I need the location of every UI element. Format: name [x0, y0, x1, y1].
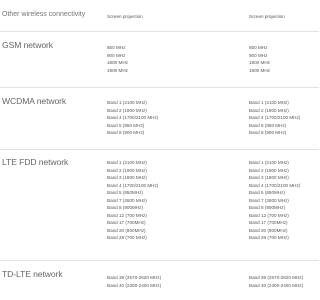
spec-value-col-a-screen-projection: Screen projection [107, 14, 143, 19]
band-item: Band 5 (850 MHz) [249, 122, 287, 128]
band-item: Band 4 (1700/2100 MHz) [107, 115, 159, 120]
band-item: Band 40 (2300-2400 MHz) [249, 282, 304, 288]
spec-label-other-wireless: Other wireless connectivity [2, 11, 86, 18]
band-item: Band 20 (800MHz) [107, 227, 146, 233]
band-item: Band 17 (700MHz) [107, 220, 146, 225]
band-item: Band 12 (700 MHz) [249, 212, 289, 218]
band-item: Band 1 (2100 MHz) [249, 100, 289, 105]
row-divider [0, 260, 319, 261]
band-item: Band 2 (1900 MHz) [249, 107, 289, 113]
band-item: 900 MHz [107, 52, 126, 58]
band-item: 850 MHz [249, 45, 268, 50]
band-item: 900 MHz [249, 52, 268, 58]
td-lte-bands-col-a: Band 38 (2570-2620 MHz) Band 40 (2300-24… [107, 274, 161, 289]
band-item: Band 8 (900MHz) [107, 205, 144, 210]
band-item: Band 8 (900 MHz) [249, 130, 287, 135]
lte-fdd-bands-col-a: Band 1 (2100 MHz) Band 2 (1900 MHz) Band… [107, 159, 158, 242]
band-item: 1800 MHz [107, 60, 128, 65]
band-item: Band 1 (2100 MHz) [107, 160, 147, 165]
td-lte-bands-col-b: Band 38 (2570-2620 MHz) Band 40 (2300-24… [249, 274, 303, 289]
band-item: Band 38 (2570-2620 MHz) [249, 275, 304, 280]
band-item: Band 8 (900 MHz) [107, 130, 145, 135]
band-item: Band 5 (850MHz) [107, 190, 144, 195]
band-item: Band 40 (2300-2400 MHz) [107, 282, 162, 288]
band-item: Band 1 (2100 MHz) [249, 160, 289, 165]
band-item: Band 3 (1800 MHz) [249, 175, 289, 180]
band-item: Band 5 (850MHz) [249, 190, 286, 195]
band-item: Band 4 (1700/2100 MHz) [249, 182, 301, 188]
band-item: Band 7 (2600 MHz) [107, 197, 147, 203]
gsm-bands-col-b: 850 MHz 900 MHz 1800 MHz 1900 MHz [249, 44, 270, 74]
band-item: Band 2 (1900 MHz) [249, 167, 289, 173]
band-item: Band 1 (2100 MHz) [107, 100, 147, 105]
band-item: Band 2 (1900 MHz) [107, 167, 147, 173]
band-item: 1900 MHz [249, 67, 270, 73]
band-item: Band 17 (700MHz) [249, 220, 288, 225]
band-item: Band 7 (2600 MHz) [249, 197, 289, 203]
band-item: Band 2 (1900 MHz) [107, 107, 147, 113]
gsm-bands-col-a: 850 MHz 900 MHz 1800 MHz 1900 MHz [107, 44, 128, 74]
band-item: Band 20 (800MHz) [249, 227, 288, 233]
wcdma-bands-col-a: Band 1 (2100 MHz) Band 2 (1900 MHz) Band… [107, 99, 158, 137]
spec-label-lte-fdd: LTE FDD network [2, 157, 69, 167]
row-divider [0, 149, 319, 150]
row-divider [0, 31, 319, 32]
band-item: 850 MHz [107, 45, 126, 50]
band-item: Band 28 (700 MHz) [107, 235, 147, 240]
band-item: Band 38 (2570-2620 MHz) [107, 275, 162, 280]
spec-label-wcdma: WCDMA network [2, 96, 67, 106]
band-item: Band 4 (1700/2100 MHz) [249, 115, 301, 120]
band-item: Band 5 (850 MHz) [107, 122, 145, 128]
band-item: 1900 MHz [107, 67, 128, 73]
wcdma-bands-col-b: Band 1 (2100 MHz) Band 2 (1900 MHz) Band… [249, 99, 300, 137]
lte-fdd-bands-col-b: Band 1 (2100 MHz) Band 2 (1900 MHz) Band… [249, 159, 300, 242]
band-item: Band 4 (1700/2100 MHz) [107, 182, 159, 188]
spec-value-col-b-screen-projection: Screen projection [249, 14, 285, 19]
row-divider [0, 87, 319, 88]
band-item: Band 12 (700 MHz) [107, 212, 147, 218]
band-item: Band 28 (700 MHz) [249, 235, 289, 240]
band-item: Band 3 (1800 MHz) [107, 175, 147, 180]
spec-label-gsm: GSM network [2, 40, 53, 50]
band-item: 1800 MHz [249, 60, 270, 65]
spec-label-td-lte: TD-LTE network [2, 269, 63, 279]
band-item: Band 8 (900MHz) [249, 205, 286, 210]
